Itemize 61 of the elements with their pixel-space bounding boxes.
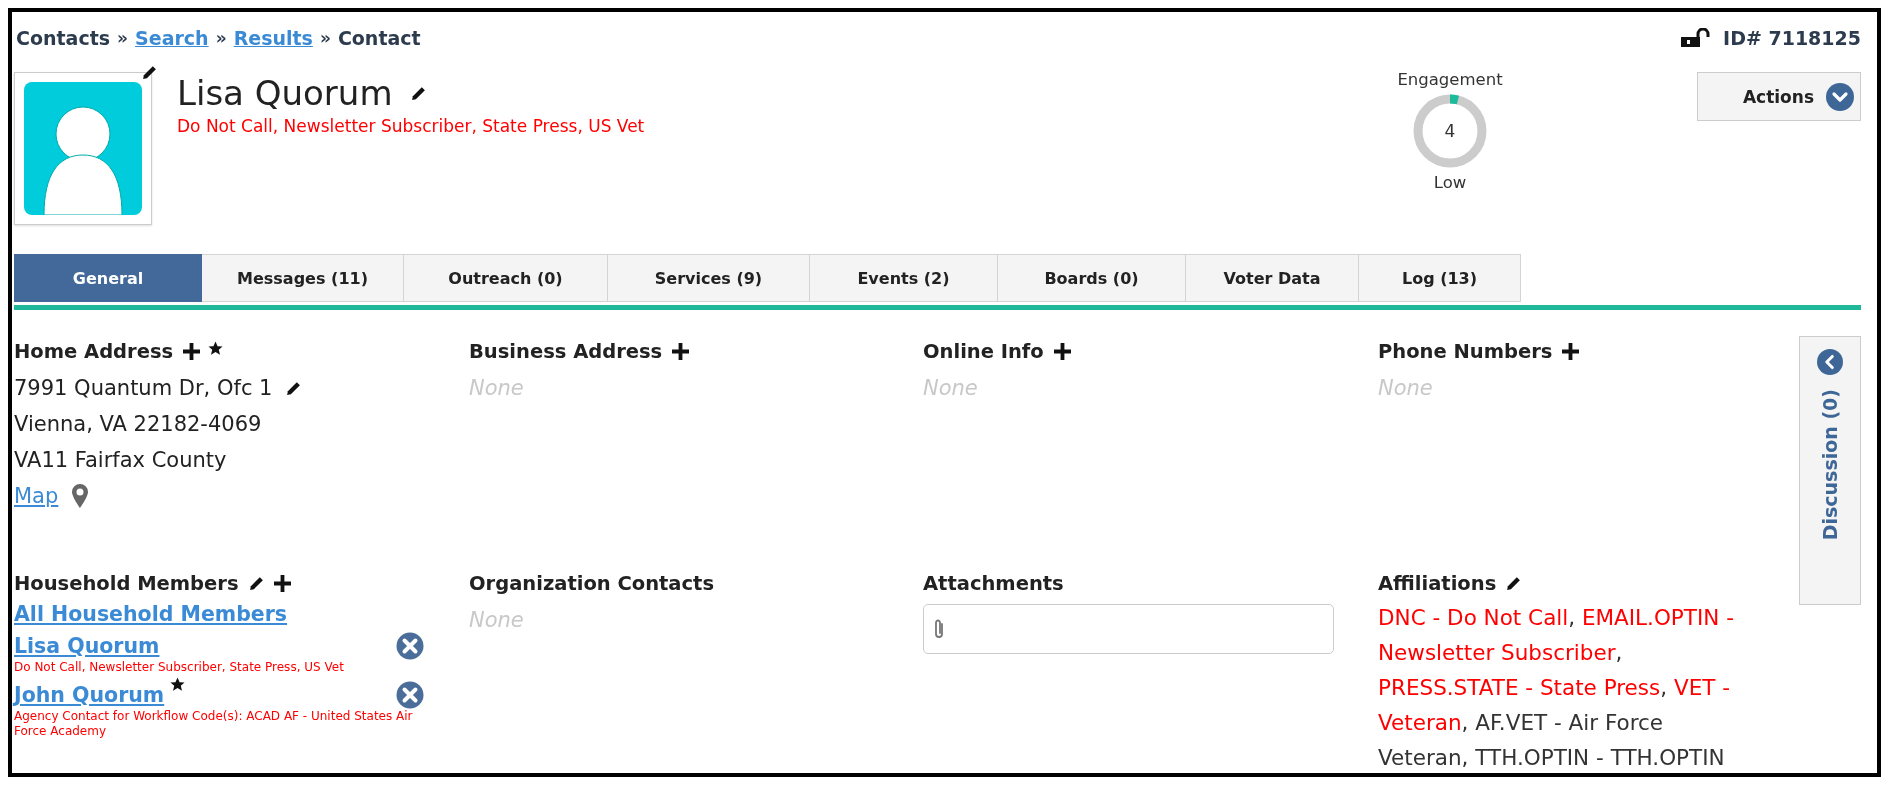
member-note: Agency Contact for Workflow Code(s): ACAD AF - United States Air Force Academy [14,709,414,739]
section-heading: Phone Numbers [1378,339,1553,363]
breadcrumb-separator: » [319,28,331,48]
all-members-link[interactable]: All Household Members [14,602,288,626]
edit-icon[interactable] [248,575,264,591]
add-icon[interactable] [1053,342,1071,360]
engagement-label: Engagement [1397,70,1503,89]
member-link[interactable]: Lisa Quorum [14,634,160,658]
record-id: ID# 7118125 [1723,27,1861,49]
section-heading: Business Address [469,339,663,363]
affiliations-text: DNC - Do Not Call, EMAIL.OPTIN - Newsletter Subscriber, PRESS.STATE - State Press, VET - Veteran, AF.VET - Air Force Veteran, TTH.OPTIN - TTH.OPTIN [1378,604,1735,772]
attachment-field[interactable] [923,604,1334,654]
add-icon[interactable] [1562,342,1580,360]
add-icon[interactable] [273,574,291,592]
address-line: 7991 Quantum Dr, Ofc 1 [14,376,273,400]
section-heading: Online Info [923,339,1044,363]
address-line: VA11 Fairfax County [14,448,227,472]
tab[interactable]: Voter Data [1186,254,1359,302]
discussion-panel[interactable]: Discussion (0) [1799,336,1861,605]
chevron-left-icon[interactable] [1817,349,1843,375]
map-link[interactable]: Map [14,484,59,508]
member-link[interactable]: John Quorum [14,683,165,707]
breadcrumb-link[interactable]: Search [135,27,209,49]
tab[interactable]: General [14,254,202,302]
add-icon[interactable] [672,342,690,360]
breadcrumb-item: Contacts [16,27,111,49]
discussion-label: Discussion (0) [1819,389,1841,541]
avatar-icon [24,82,142,215]
remove-icon[interactable] [396,681,424,709]
edit-icon[interactable] [1506,575,1522,591]
tab[interactable]: Boards (0) [998,254,1186,302]
breadcrumb-separator: » [215,28,227,48]
breadcrumb-separator: » [117,28,129,48]
section-heading: Attachments [923,571,1064,595]
tab[interactable]: Events (2) [810,254,998,302]
tab[interactable]: Log (13) [1359,254,1521,302]
tab[interactable]: Messages (11) [202,254,404,302]
edit-name-icon[interactable] [410,85,426,101]
contact-name: Lisa Quorum [177,72,393,114]
tab[interactable]: Outreach (0) [404,254,608,302]
remove-icon[interactable] [396,632,424,660]
member-note: Do Not Call, Newsletter Subscriber, State Press, US Vet [14,660,345,675]
chevron-down-icon [1826,82,1854,111]
edit-icon[interactable] [286,380,302,396]
actions-button[interactable]: Actions [1697,72,1861,121]
section-heading: Affiliations [1378,571,1497,595]
map-pin-icon[interactable] [72,484,89,508]
address-line: Vienna, VA 22182-4069 [14,412,262,436]
breadcrumb-link[interactable]: Results [233,27,313,49]
section-heading: Home Address [14,339,174,363]
contact-tags: Do Not Call, Newsletter Subscriber, State Press, US Vet [177,116,645,136]
engagement-score: 4 [1444,121,1456,141]
section-heading: Household Members [14,571,239,595]
add-icon[interactable] [183,342,201,360]
unlocked-lock-icon[interactable] [1681,28,1712,48]
edit-photo-icon[interactable] [142,65,157,80]
engagement-rating: Low [1433,173,1467,192]
breadcrumb-item: Contact [337,27,421,49]
section-heading: Organization Contacts [469,571,715,595]
tab[interactable]: Services (9) [608,254,810,302]
paperclip-icon[interactable] [933,618,945,640]
